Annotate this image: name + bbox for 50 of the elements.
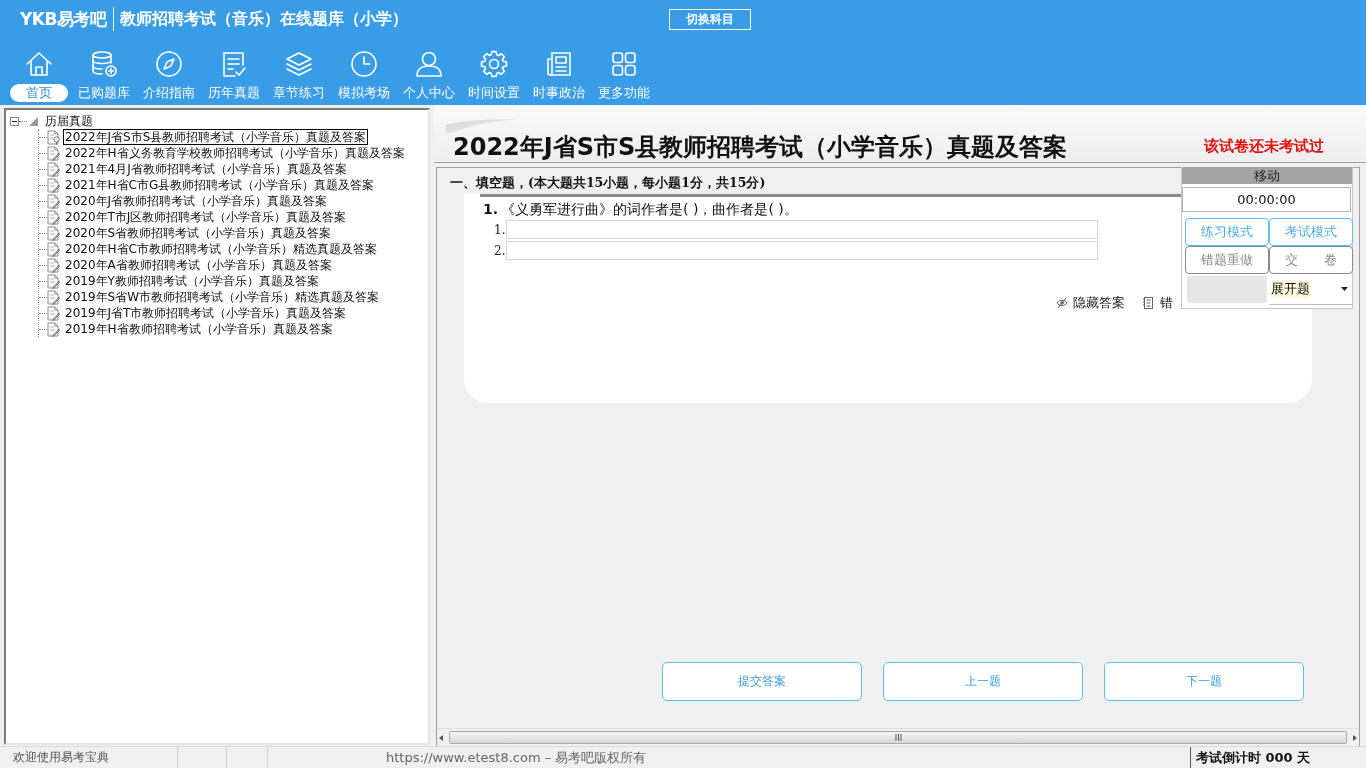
logo: YKB易考吧: [20, 7, 107, 31]
countdown-text: 考试倒计时 000 天: [1196, 748, 1311, 767]
nav-tab[interactable]: 首页: [6, 49, 71, 102]
horizontal-scrollbar[interactable]: [437, 728, 1359, 746]
tree-item[interactable]: 2019年S省W市教师招聘考试（小学音乐）精选真题及答案: [63, 289, 382, 305]
tree-item[interactable]: 2020年J省教师招聘考试（小学音乐）真题及答案: [63, 193, 330, 209]
blank-number: 1.: [494, 222, 506, 237]
timer-display: 00:00:00: [1182, 187, 1351, 212]
copyright-text: https://www.etest8.com – 易考吧版权所有: [386, 748, 647, 767]
tree-item[interactable]: 2019年H省教师招聘考试（小学音乐）真题及答案: [63, 321, 335, 337]
notebook-icon: [1143, 297, 1155, 309]
clock-icon: [348, 49, 379, 79]
answer-field[interactable]: [506, 220, 1098, 239]
scrollbar-thumb[interactable]: [449, 731, 1347, 744]
tree-item[interactable]: 2020年S省教师招聘考试（小学音乐）真题及答案: [63, 225, 334, 241]
tree-item[interactable]: 2020年T市J区教师招聘考试（小学音乐）真题及答案: [63, 209, 349, 225]
caret-icon: [1341, 287, 1348, 291]
tree-item[interactable]: 2020年H省C市教师招聘考试（小学音乐）精选真题及答案: [63, 241, 379, 257]
tree-root-label[interactable]: 历届真题: [45, 113, 93, 129]
question-number: 1.: [483, 201, 499, 218]
tree-item[interactable]: 2022年J省S市S县教师招聘考试（小学音乐）真题及答案: [63, 129, 369, 145]
blank-number: 2.: [494, 243, 506, 258]
section-heading: 一、填空题，(本大题共15小题，每小题1分，共15分): [449, 174, 766, 190]
tree-item[interactable]: 2019年J省T市教师招聘考试（小学音乐）真题及答案: [63, 305, 349, 321]
tool-link[interactable]: 隐藏答案: [1073, 294, 1125, 312]
person-icon: [413, 49, 444, 79]
paper-title: 2022年J省S市S县教师招聘考试（小学音乐）真题及答案: [453, 132, 1068, 162]
tree-item[interactable]: 2022年H省义务教育学校教师招聘考试（小学音乐）真题及答案: [63, 145, 407, 161]
app-title: 教师招聘考试（音乐）在线题库（小学）: [120, 8, 409, 30]
answer-field[interactable]: [506, 241, 1098, 260]
tree-item[interactable]: 2021年H省C市G县教师招聘考试（小学音乐）真题及答案: [63, 177, 377, 193]
tree-item[interactable]: 2020年A省教师招聘考试（小学音乐）真题及答案: [63, 257, 334, 273]
exam-status-text: 该试卷还未考试过: [1204, 137, 1324, 156]
welcome-text: 欢迎使用易考宝典: [13, 749, 109, 766]
tree-toggle[interactable]: [10, 116, 19, 126]
tree-item[interactable]: 2019年Y教师招聘考试（小学音乐）真题及答案: [63, 273, 321, 289]
eye-slash-icon: [1056, 297, 1068, 309]
question-text: 《义勇军进行曲》的词作者是( )，曲作者是( )。: [501, 201, 798, 218]
compass-icon: [153, 49, 184, 79]
triangle-icon: [29, 116, 38, 126]
tool-link[interactable]: 错: [1160, 294, 1173, 312]
right-arrow-icon[interactable]: [1351, 733, 1359, 742]
left-arrow-icon[interactable]: [437, 733, 445, 742]
tree-item[interactable]: 2021年4月J省教师招聘考试（小学音乐）真题及答案: [63, 161, 349, 177]
layers-icon: [283, 49, 314, 79]
grip-icon: [894, 734, 902, 741]
panel-title-bar[interactable]: 移动: [1182, 167, 1352, 184]
dropdown[interactable]: 展开题: [1269, 274, 1353, 305]
settings-icon: [478, 49, 509, 79]
home-icon: [23, 49, 54, 79]
